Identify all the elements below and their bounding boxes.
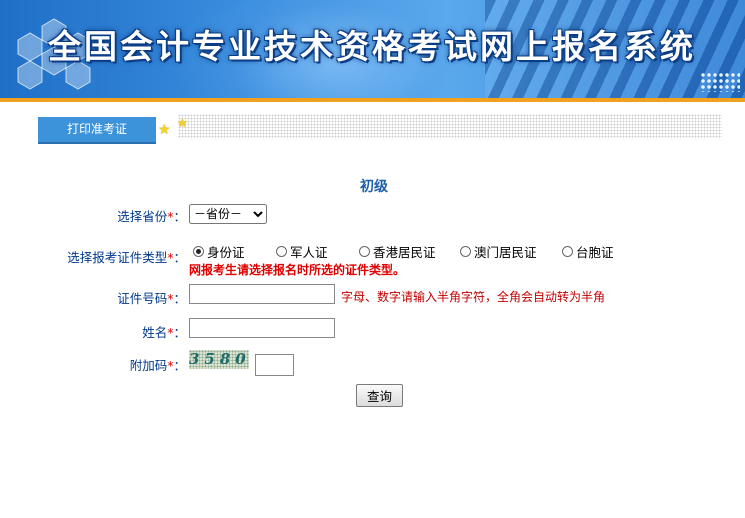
radio-icon[interactable] [359, 246, 370, 257]
exam-level-heading: 初级 [360, 179, 388, 195]
radio-icon[interactable] [562, 246, 573, 257]
radio-selected-icon[interactable] [193, 246, 204, 257]
name-label: 姓名*： [142, 325, 186, 340]
name-input[interactable] [189, 318, 335, 338]
radio-macau-card[interactable]: 澳门居民证 [460, 242, 537, 261]
id-number-label: 证件号码*： [117, 291, 186, 306]
radio-icon[interactable] [276, 246, 287, 257]
radio-military-card[interactable]: 军人证 [276, 242, 328, 261]
site-title: 全国会计专业技术资格考试网上报名系统 [48, 27, 696, 66]
captcha-image[interactable]: 3580 [189, 350, 249, 369]
id-number-hint: 字母、数字请输入半角字符，全角会自动转为半角 [341, 290, 606, 304]
captcha-input[interactable] [255, 354, 294, 376]
province-select[interactable]: －省份－ [189, 204, 267, 224]
tab-bar: 打印准考证 ★ ★ [38, 114, 722, 144]
header-divider [0, 98, 745, 102]
province-label: 选择省份*： [117, 209, 186, 224]
dot-pattern [700, 72, 740, 92]
radio-taiwan-card[interactable]: 台胞证 [562, 242, 614, 261]
header-banner: 全国会计专业技术资格考试网上报名系统 [0, 0, 745, 98]
tab-print-admission-ticket[interactable]: 打印准考证 [38, 117, 156, 144]
star-icon: ★ [177, 116, 188, 130]
dotted-background [178, 114, 722, 138]
radio-icon[interactable] [460, 246, 471, 257]
radio-id-card[interactable]: 身份证 [193, 242, 245, 261]
id-type-label: 选择报考证件类型*： [67, 250, 186, 265]
star-icon: ★ [158, 122, 171, 138]
id-type-warning: 网报考生请选择报名时所选的证件类型。 [189, 263, 406, 277]
query-button[interactable]: 查询 [356, 384, 403, 407]
id-number-input[interactable] [189, 284, 335, 304]
captcha-label: 附加码*： [129, 358, 186, 373]
radio-hongkong-card[interactable]: 香港居民证 [359, 242, 436, 261]
